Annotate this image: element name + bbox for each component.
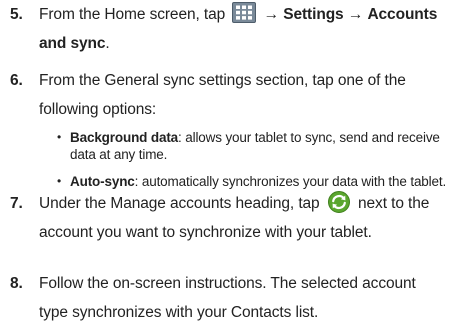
sync-icon: [327, 191, 350, 213]
period: .: [105, 35, 110, 52]
step-7-text: next to the: [358, 195, 430, 212]
option-desc: : allows your tablet to sync, send and r…: [178, 130, 440, 145]
step-line: and sync.: [39, 29, 464, 58]
step-line: Under the Manage accounts heading, tap n…: [39, 189, 464, 218]
step-line: From the Home screen, tap → Settings → A…: [39, 0, 464, 29]
step-number: 8.: [10, 275, 23, 292]
arrow-icon: →: [347, 6, 364, 23]
option-line: Background data: allows your tablet to s…: [70, 129, 466, 146]
accounts-label: Accounts: [367, 6, 438, 23]
step-number: 5.: [10, 6, 23, 23]
option-desc: : automatically synchronizes your data w…: [134, 174, 447, 189]
option-term: Auto-sync: [70, 174, 135, 189]
step-number: 7.: [10, 195, 23, 212]
step-5-text: From the Home screen, tap: [39, 6, 226, 23]
manual-page: 5. From the Home screen, tap → Settings …: [0, 0, 467, 336]
settings-label: Settings: [283, 6, 344, 23]
step-text: Follow the on-screen instructions. The s…: [39, 269, 464, 327]
step-text: From the General sync settings section, …: [39, 66, 464, 124]
step-7-text: Under the Manage accounts heading, tap: [39, 195, 320, 212]
step-line: From the General sync settings section, …: [39, 72, 406, 89]
apps-grid-icon: [232, 2, 257, 23]
option-text: Background data: allows your tablet to s…: [70, 129, 466, 163]
arrow-icon: →: [263, 6, 280, 23]
step-line: following options:: [39, 101, 157, 118]
step-line: account you want to synchronize with you…: [39, 224, 372, 241]
step-text: Under the Manage accounts heading, tap n…: [39, 189, 464, 247]
step-line: Follow the on-screen instructions. The s…: [39, 275, 416, 292]
option-term: Background data: [70, 130, 179, 145]
and-sync-label: and sync: [39, 35, 106, 52]
bullet: •: [57, 174, 62, 188]
option-line: data at any time.: [70, 147, 168, 162]
bullet: •: [57, 130, 62, 144]
option-text: Auto-sync: automatically synchronizes yo…: [70, 173, 466, 190]
step-number: 6.: [10, 72, 23, 89]
step-line: type synchronizes with your Contacts lis…: [39, 304, 319, 321]
option-line: Auto-sync: automatically synchronizes yo…: [70, 173, 466, 190]
step-text: From the Home screen, tap → Settings → A…: [39, 0, 464, 58]
